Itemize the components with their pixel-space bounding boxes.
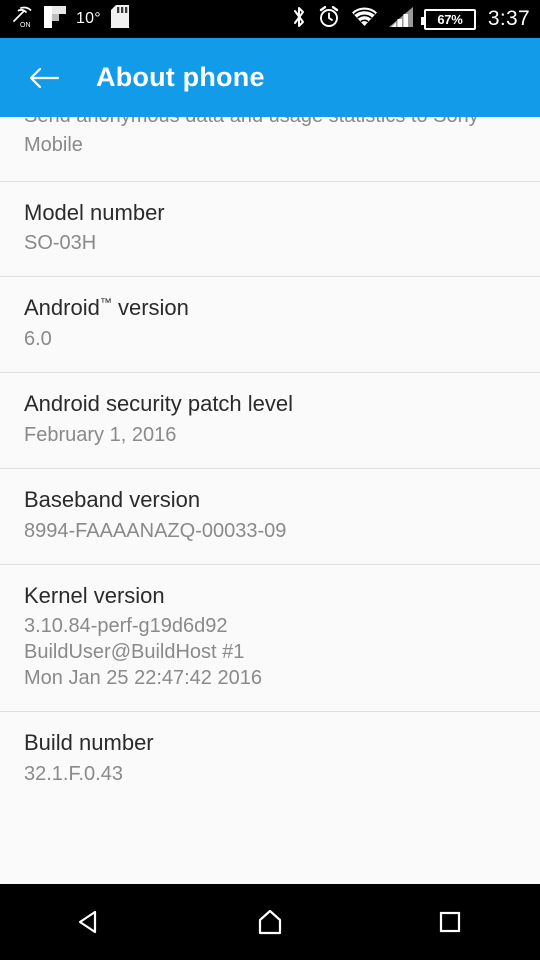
navigation-bar	[0, 884, 540, 960]
back-nav-button[interactable]	[0, 905, 180, 939]
recents-nav-button[interactable]	[360, 906, 540, 938]
weather-temperature: 10°	[76, 10, 101, 27]
usage-statistics-line1-clipped: Send anonymous data and usage statistics…	[24, 117, 516, 131]
list-item-usage-statistics[interactable]: Send anonymous data and usage statistics…	[0, 117, 540, 181]
battery-indicator: 67%	[420, 8, 476, 30]
battery-percent-label: 67%	[437, 11, 463, 27]
status-bar-clock: 3:37	[487, 7, 530, 30]
trademark-symbol: ™	[99, 296, 112, 311]
list-item-android-version[interactable]: Android™ version 6.0	[0, 276, 540, 372]
list-item-value: 6.0	[24, 327, 52, 350]
flipboard-icon	[44, 5, 66, 33]
page-title: About phone	[96, 62, 265, 92]
cellular-signal-icon	[388, 6, 414, 33]
android-version-label-main: Android	[24, 295, 100, 321]
wifi-icon	[351, 6, 378, 33]
kernel-line-1: 3.10.84-perf-g19d6d92	[24, 615, 228, 638]
list-item-title: Kernel version	[24, 583, 165, 609]
vibrate-on-icon: ON	[8, 5, 34, 34]
list-item-title: Android security patch level	[24, 391, 294, 417]
list-item-value: February 1, 2016	[24, 423, 177, 446]
list-item-title: Model number	[24, 199, 165, 225]
status-bar-right-icons: 67% 3:37	[291, 5, 530, 34]
list-item-title: Android™ version	[24, 277, 516, 320]
list-item-kernel-version[interactable]: Kernel version 3.10.84-perf-g19d6d92 Bui…	[0, 564, 540, 711]
alarm-clock-icon	[317, 5, 341, 34]
status-bar-left-icons: ON 10°	[8, 5, 291, 34]
about-phone-screen: ON 10° 67% 3:37 About phone Mobile Model…	[0, 0, 540, 960]
list-item-value: 3.10.84-perf-g19d6d92 BuildUser@BuildHos…	[24, 608, 516, 711]
list-item-build-number[interactable]: Build number 32.1.F.0.43	[0, 711, 540, 807]
list-item-title: Build number	[24, 730, 154, 756]
back-arrow-icon[interactable]	[22, 56, 66, 100]
bluetooth-icon	[291, 5, 307, 34]
list-item-value: 8994-FAAAANAZQ-00033-09	[24, 519, 287, 542]
status-bar: ON 10° 67% 3:37	[0, 0, 540, 38]
svg-text:ON: ON	[20, 22, 31, 29]
kernel-line-2: BuildUser@BuildHost #1	[24, 641, 245, 664]
list-item-value: SO-03H	[24, 231, 97, 254]
home-nav-button[interactable]	[180, 905, 360, 939]
kernel-line-3: Mon Jan 25 22:47:42 2016	[24, 666, 262, 689]
list-item-security-patch-level[interactable]: Android security patch level February 1,…	[0, 372, 540, 468]
usage-statistics-line2: Mobile	[24, 134, 83, 156]
list-item-model-number[interactable]: Model number SO-03H	[0, 180, 540, 277]
app-bar: About phone	[0, 38, 540, 117]
list-item-value: 32.1.F.0.43	[24, 762, 123, 785]
list-item-baseband-version[interactable]: Baseband version 8994-FAAAANAZQ-00033-09	[0, 468, 540, 564]
sd-card-icon	[110, 5, 129, 33]
android-version-label-rest: version	[111, 295, 189, 321]
about-phone-list[interactable]: Send anonymous data and usage statistics…	[0, 117, 540, 884]
list-item-title: Baseband version	[24, 487, 201, 513]
